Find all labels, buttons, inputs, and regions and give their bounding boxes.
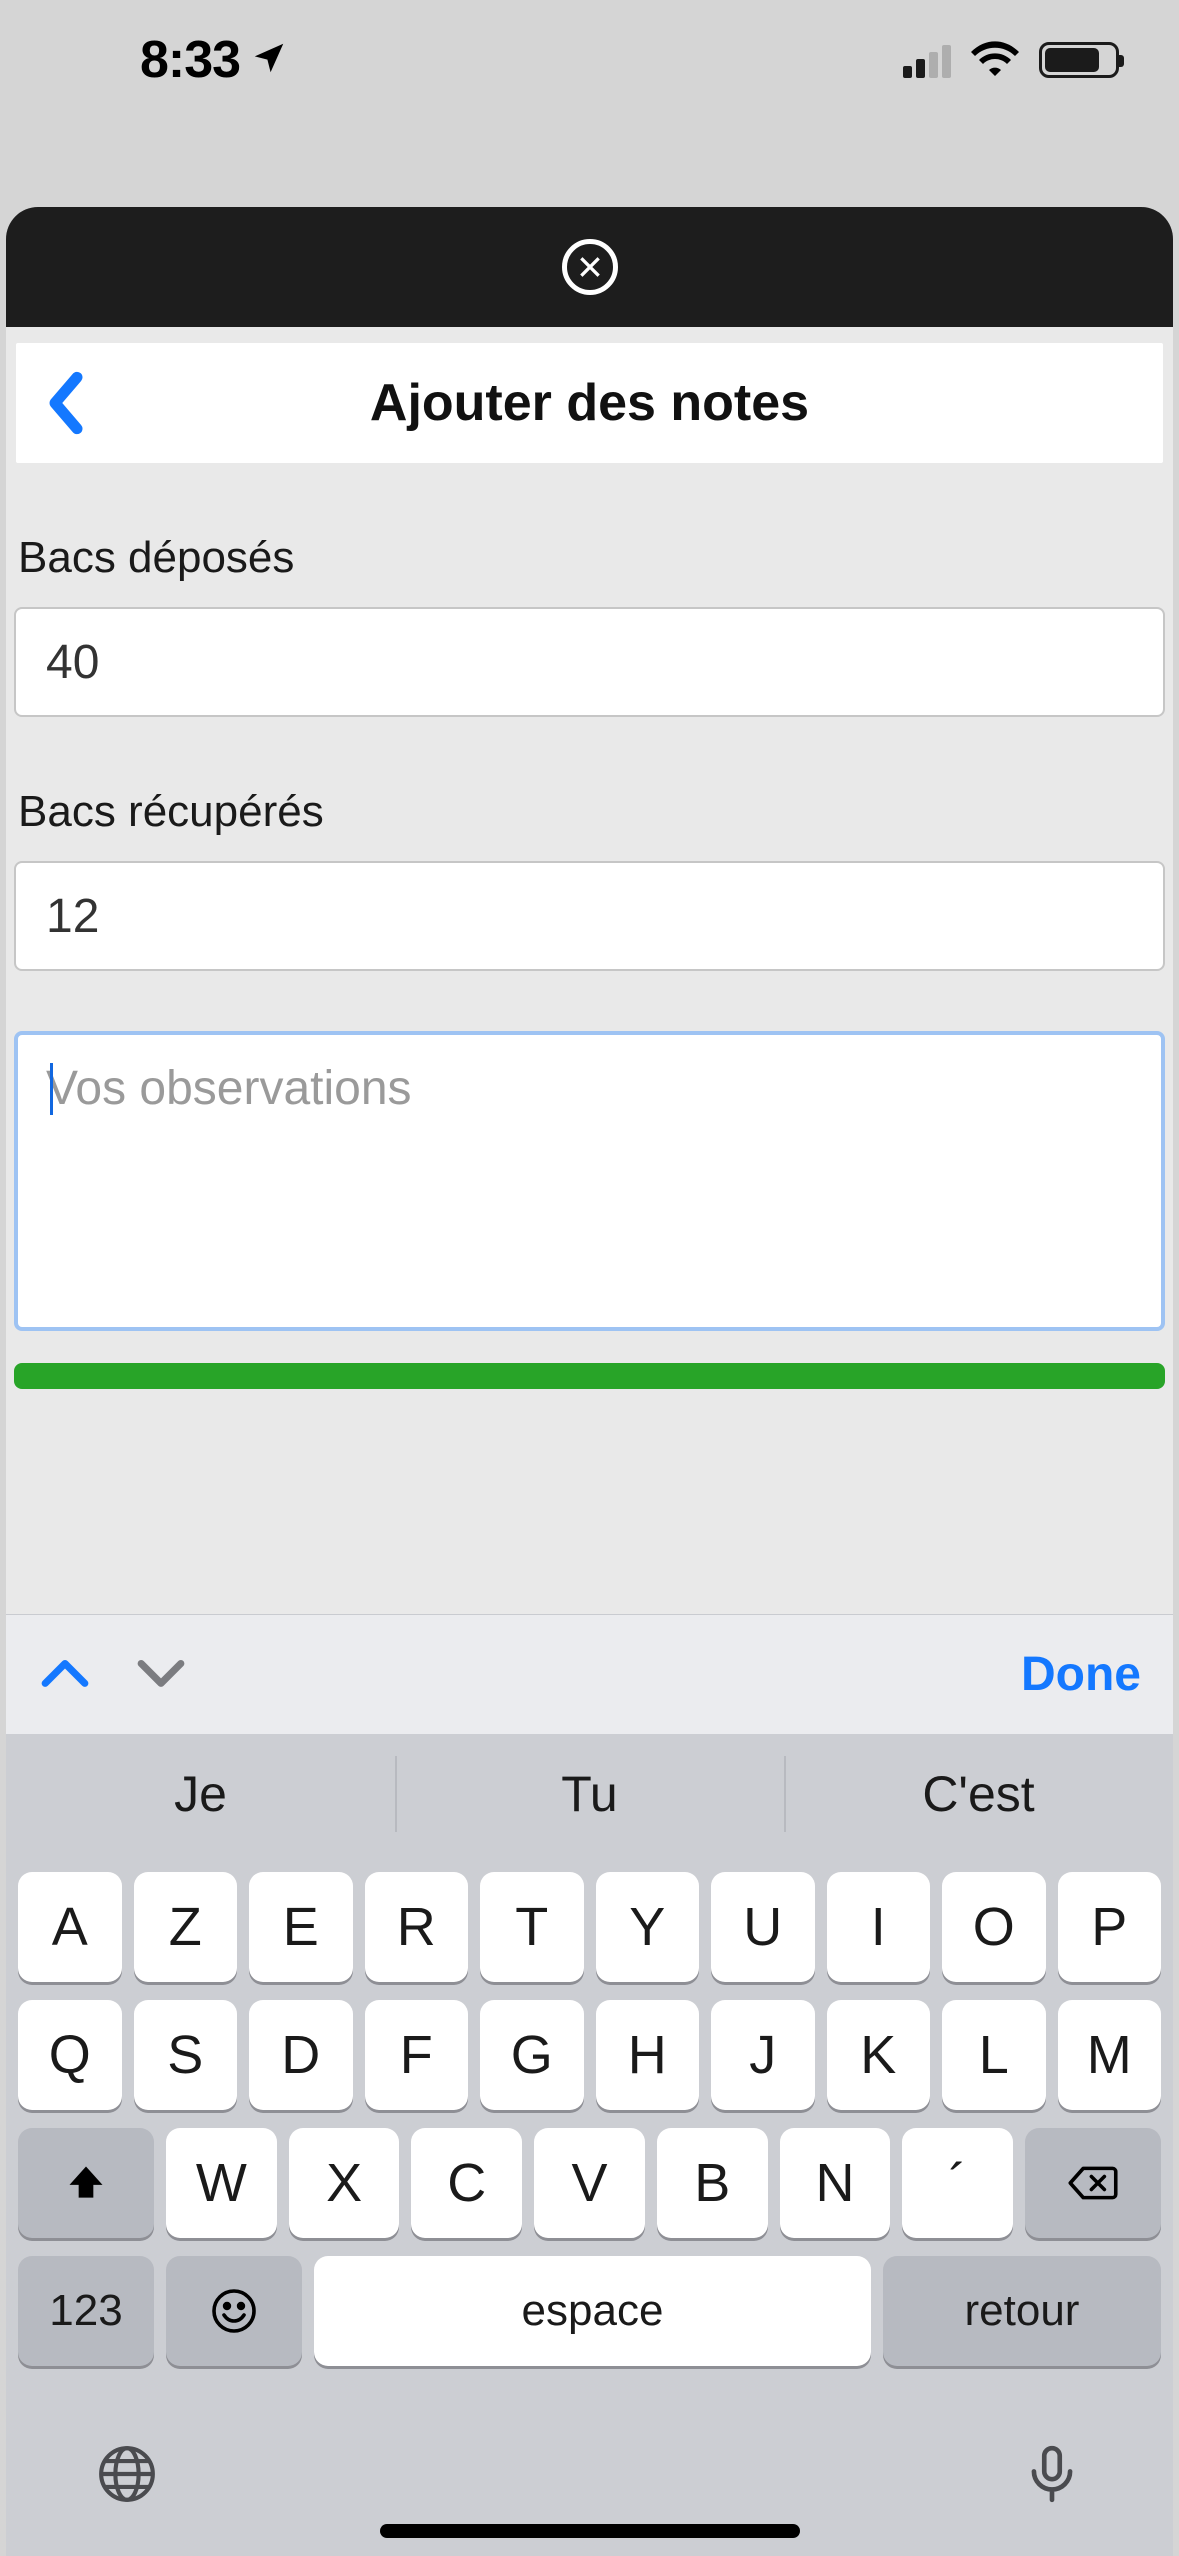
suggestion-1[interactable]: Je (6, 1734, 395, 1854)
label-bacs-recuperes: Bacs récupérés (18, 787, 1165, 837)
key-k[interactable]: K (827, 2000, 931, 2110)
textarea-placeholder: Vos observations (46, 1062, 412, 1115)
input-bacs-deposes[interactable]: 40 (14, 607, 1165, 717)
key-w[interactable]: W (166, 2128, 277, 2238)
form: Bacs déposés 40 Bacs récupérés 12 Vos ob… (6, 533, 1173, 1389)
key-t[interactable]: T (480, 1872, 584, 1982)
suggestion-3[interactable]: C'est (784, 1734, 1173, 1854)
key-l[interactable]: L (942, 2000, 1046, 2110)
key-m[interactable]: M (1058, 2000, 1162, 2110)
status-left: 8:33 (140, 30, 288, 90)
battery-icon (1039, 42, 1119, 78)
key-g[interactable]: G (480, 2000, 584, 2110)
key-d[interactable]: D (249, 2000, 353, 2110)
suggestion-bar: Je Tu C'est (6, 1734, 1173, 1854)
close-button[interactable] (562, 239, 618, 295)
device-frame: 8:33 Ajouter des notes Bacs dépos (0, 0, 1179, 2556)
cellular-icon (903, 42, 951, 78)
text-caret (50, 1063, 53, 1115)
key-v[interactable]: V (534, 2128, 645, 2238)
key-o[interactable]: O (942, 1872, 1046, 1982)
globe-icon[interactable] (96, 2443, 158, 2510)
key-r[interactable]: R (365, 1872, 469, 1982)
return-key[interactable]: retour (883, 2256, 1161, 2366)
key-e[interactable]: E (249, 1872, 353, 1982)
key-z[interactable]: Z (134, 1872, 238, 1982)
input-value: 12 (46, 889, 99, 944)
key-b[interactable]: B (657, 2128, 768, 2238)
key-i[interactable]: I (827, 1872, 931, 1982)
modal-topbar (6, 207, 1173, 327)
numbers-key[interactable]: 123 (18, 2256, 154, 2366)
key-row-1: A Z E R T Y U I O P (18, 1872, 1161, 1982)
key-h[interactable]: H (596, 2000, 700, 2110)
wifi-icon (971, 40, 1019, 81)
status-bar: 8:33 (0, 0, 1179, 120)
back-button[interactable] (44, 370, 88, 436)
key-a[interactable]: A (18, 1872, 122, 1982)
shift-key[interactable] (18, 2128, 154, 2238)
emoji-key[interactable] (166, 2256, 302, 2366)
submit-button[interactable] (14, 1363, 1165, 1389)
key-c[interactable]: C (411, 2128, 522, 2238)
prev-field-button[interactable] (38, 1655, 92, 1694)
delete-key[interactable] (1025, 2128, 1161, 2238)
modal-card: Ajouter des notes Bacs déposés 40 Bacs r… (6, 207, 1173, 2556)
home-indicator[interactable] (380, 2524, 800, 2538)
field-nav (38, 1655, 188, 1694)
space-key[interactable]: espace (314, 2256, 871, 2366)
status-right (903, 40, 1119, 81)
key-row-2: Q S D F G H J K L M (18, 2000, 1161, 2110)
suggestion-2[interactable]: Tu (395, 1734, 784, 1854)
key-f[interactable]: F (365, 2000, 469, 2110)
observations-textarea[interactable]: Vos observations (14, 1031, 1165, 1331)
key-u[interactable]: U (711, 1872, 815, 1982)
page-header: Ajouter des notes (16, 343, 1163, 463)
key-j[interactable]: J (711, 2000, 815, 2110)
key-y[interactable]: Y (596, 1872, 700, 1982)
done-button[interactable]: Done (1021, 1647, 1141, 1702)
key-q[interactable]: Q (18, 2000, 122, 2110)
keyboard-toolbar: Done (6, 1614, 1173, 1734)
location-icon (250, 30, 288, 90)
label-bacs-deposes: Bacs déposés (18, 533, 1165, 583)
key-n[interactable]: N (780, 2128, 891, 2238)
next-field-button[interactable] (134, 1655, 188, 1694)
key-rows: A Z E R T Y U I O P Q S D F G H (6, 1872, 1173, 2396)
key-accent[interactable]: ´ (902, 2128, 1013, 2238)
keyboard: Done Je Tu C'est A Z E R T Y U I O P (6, 1614, 1173, 2556)
key-s[interactable]: S (134, 2000, 238, 2110)
status-time: 8:33 (140, 30, 240, 90)
key-row-3: W X C V B N ´ (18, 2128, 1161, 2238)
page-title: Ajouter des notes (16, 373, 1163, 433)
key-p[interactable]: P (1058, 1872, 1162, 1982)
mic-icon[interactable] (1021, 2443, 1083, 2510)
input-value: 40 (46, 635, 99, 690)
key-row-4: 123 espace retour (18, 2256, 1161, 2366)
key-x[interactable]: X (289, 2128, 400, 2238)
input-bacs-recuperes[interactable]: 12 (14, 861, 1165, 971)
